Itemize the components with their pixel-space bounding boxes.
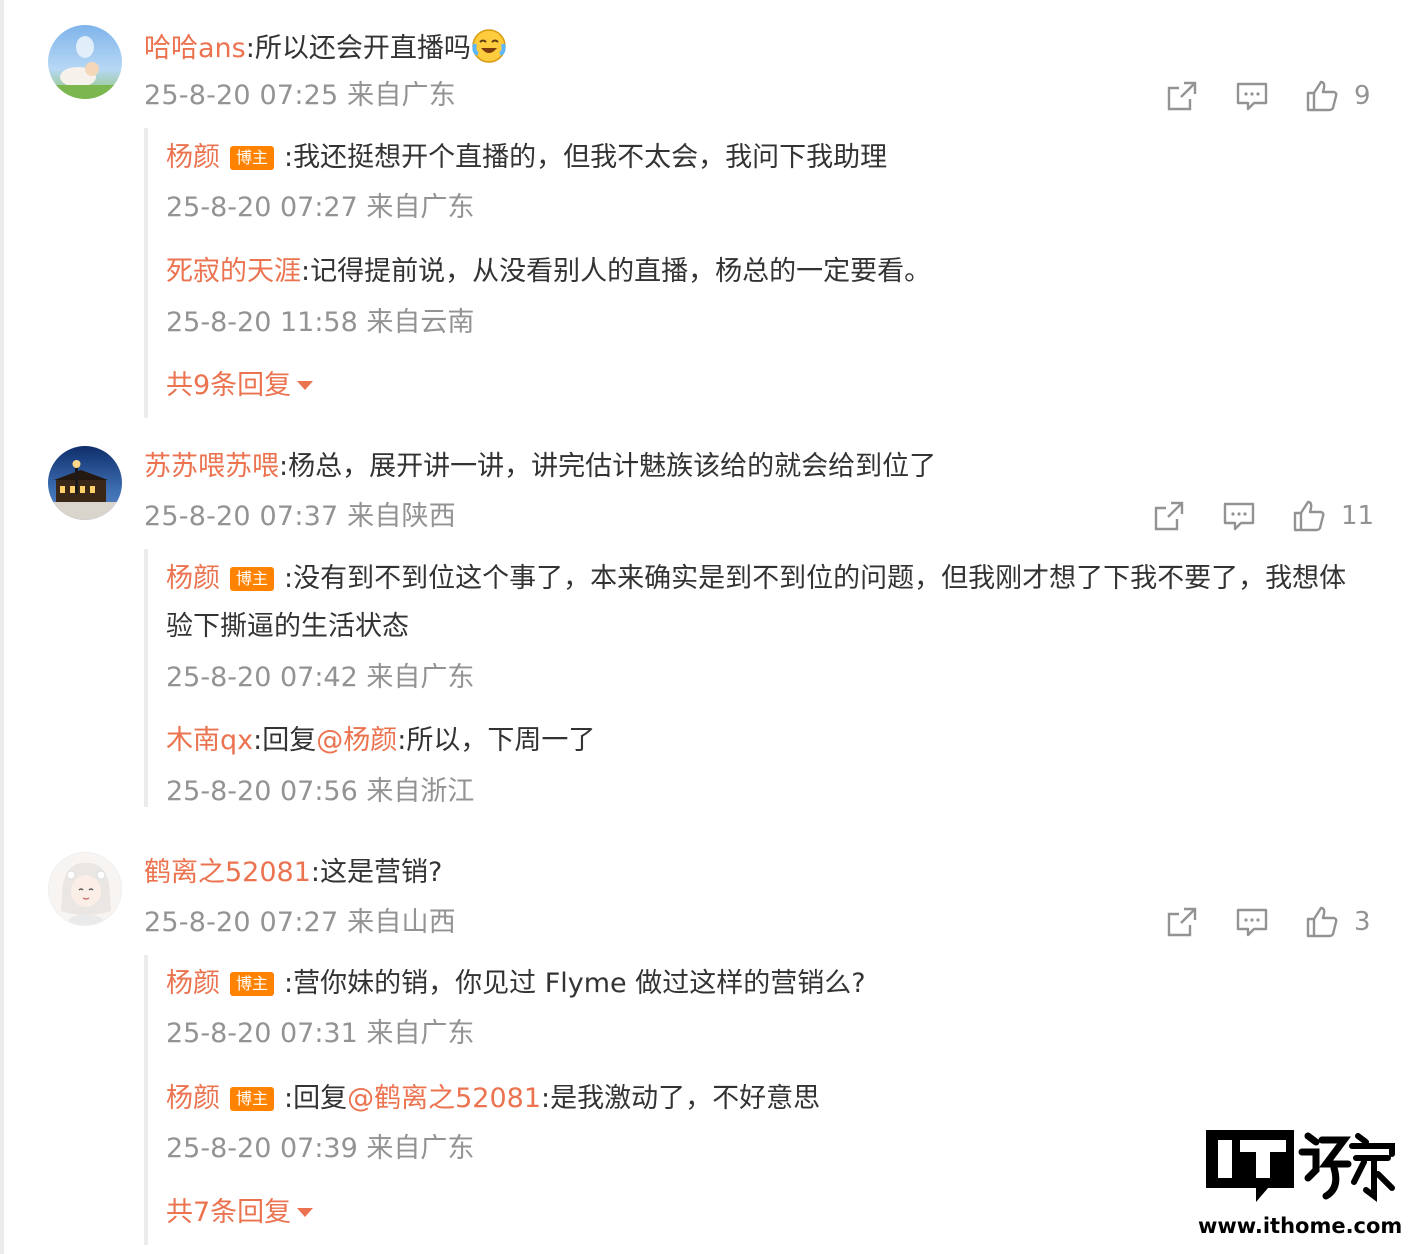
comment-actions: 3 (1164, 904, 1384, 940)
reply-prefix: :回复 (284, 1083, 348, 1114)
ithome-logo (1206, 1130, 1395, 1202)
reply-username[interactable]: 杨颜 (166, 968, 220, 999)
caret-down-icon (297, 1208, 314, 1217)
caret-down-icon (297, 381, 314, 390)
comment-actions: 9 (1164, 78, 1384, 114)
blogger-badge: 博主 (230, 972, 275, 996)
avatar[interactable] (48, 25, 122, 99)
ithome-watermark: www.ithome.com (1198, 1126, 1402, 1246)
comment-meta: 25-8-20 07:25 来自广东 (144, 80, 456, 111)
comment-meta: 25-8-20 07:27 来自山西 (144, 907, 456, 938)
like-count: 3 (1354, 907, 1371, 937)
reply-meta: 25-8-20 11:58 来自云南 (166, 307, 475, 338)
reply-text: :记得提前说，从没看别人的直播，杨总的一定要看。 (301, 256, 932, 287)
like-count: 9 (1354, 81, 1371, 111)
reply-username[interactable]: 死寂的天涯 (166, 256, 301, 287)
reply-list: 杨颜 博主:没有到不到位这个事了，本来确实是到不到位的问题，但我刚才想了下我不要了… (144, 549, 1346, 807)
reply-username[interactable]: 杨颜 (166, 563, 220, 594)
reply-list: 杨颜 博主:营你妹的销，你见过 Flyme 做过这样的营销么? 25-8-20 0… (144, 955, 866, 1245)
reply-button[interactable] (1234, 78, 1270, 114)
comment-icon (1236, 908, 1268, 937)
reply-text: :我还挺想开个直播的，但我不太会，我问下我助理 (284, 142, 888, 173)
reply-text-line: 死寂的天涯:记得提前说，从没看别人的直播，杨总的一定要看。 (166, 254, 931, 290)
reply-text: :所以，下周一了 (397, 725, 596, 756)
reply-text-line: 杨颜 博主:没有到不到位这个事了，本来确实是到不到位的问题，但我刚才想了下我不要了… (166, 555, 1366, 651)
comment-text: :杨总，展开讲一讲，讲完估计魅族该给的就会给到位了 (279, 451, 937, 482)
reply-button[interactable] (1221, 498, 1257, 534)
comment-username[interactable]: 哈哈ans (144, 33, 246, 64)
comment-icon (1223, 502, 1255, 531)
reply-mention[interactable]: @鹤离之52081 (347, 1083, 541, 1114)
like-count: 11 (1341, 501, 1375, 531)
thumbs-up-icon (1306, 906, 1338, 938)
reply-text: :没有到不到位这个事了，本来确实是到不到位的问题，但我刚才想了下我不要了，我想体… (166, 563, 1347, 642)
reply-text-line: 杨颜 博主 :我还挺想开个直播的，但我不太会，我问下我助理 (166, 140, 887, 176)
reply-username[interactable]: 杨颜 (166, 142, 220, 173)
comment-text-line: 鹤离之52081:这是营销? (144, 855, 442, 891)
avatar[interactable] (48, 852, 122, 926)
comment-actions: 11 (1151, 498, 1374, 534)
more-replies-link[interactable]: 共7条回复 (166, 1195, 314, 1231)
reply-mention[interactable]: @杨颜 (316, 725, 397, 756)
more-replies-label: 共9条回复 (166, 370, 292, 401)
thumbs-up-icon (1306, 80, 1338, 112)
reply-meta: 25-8-20 07:42 来自广东 (166, 662, 475, 693)
share-icon (1167, 81, 1197, 111)
blogger-badge: 博主 (230, 567, 275, 591)
comment-text-line: 哈哈ans:所以还会开直播吗 (144, 28, 507, 67)
share-button[interactable] (1151, 498, 1187, 534)
reply-text-line: 木南qx:回复@杨颜:所以，下周一了 (166, 723, 595, 759)
comment-username[interactable]: 苏苏喂苏喂 (144, 451, 279, 482)
share-icon (1154, 501, 1184, 531)
reply-username[interactable]: 木南qx (166, 725, 253, 756)
comment-text: :所以还会开直播吗 (245, 33, 471, 64)
more-replies-label: 共7条回复 (166, 1197, 292, 1228)
reply-meta: 25-8-20 07:27 来自广东 (166, 192, 475, 223)
crying-laughing-emoji-icon (471, 28, 507, 64)
blogger-badge: 博主 (230, 146, 275, 170)
reply-username[interactable]: 杨颜 (166, 1083, 220, 1114)
reply-list: 杨颜 博主 :我还挺想开个直播的，但我不太会，我问下我助理 25-8-20 07:2… (144, 128, 931, 418)
blogger-badge: 博主 (230, 1087, 275, 1111)
reply-meta: 25-8-20 07:56 来自浙江 (166, 776, 475, 807)
comment-icon (1236, 82, 1268, 111)
reply-text-line: 杨颜 博主 :回复@鹤离之52081:是我激动了，不好意思 (166, 1081, 820, 1117)
reply-button[interactable] (1234, 904, 1270, 940)
reply-text: :营你妹的销，你见过 Flyme 做过这样的营销么? (284, 968, 866, 999)
reply-text-line: 杨颜 博主 :营你妹的销，你见过 Flyme 做过这样的营销么? (166, 966, 866, 1002)
more-replies-link[interactable]: 共9条回复 (166, 368, 314, 404)
comment-username[interactable]: 鹤离之52081 (144, 857, 311, 888)
comment-meta: 25-8-20 07:37 来自陕西 (144, 501, 456, 532)
share-button[interactable] (1164, 78, 1200, 114)
thumbs-up-icon (1293, 500, 1325, 532)
share-icon (1167, 907, 1197, 937)
like-button[interactable]: 9 (1304, 78, 1371, 114)
reply-prefix: :回复 (253, 725, 317, 756)
page-left-edge (0, 0, 4, 1254)
share-button[interactable] (1164, 904, 1200, 940)
reply-text: :是我激动了，不好意思 (541, 1083, 821, 1114)
comment-text: :这是营销? (310, 857, 443, 888)
reply-meta: 25-8-20 07:31 来自广东 (166, 1018, 475, 1049)
reply-meta: 25-8-20 07:39 来自广东 (166, 1133, 475, 1164)
avatar[interactable] (48, 446, 122, 520)
like-button[interactable]: 11 (1291, 498, 1374, 534)
like-button[interactable]: 3 (1304, 904, 1371, 940)
comment-text-line: 苏苏喂苏喂:杨总，展开讲一讲，讲完估计魅族该给的就会给到位了 (144, 449, 936, 485)
watermark-url: www.ithome.com (1198, 1214, 1403, 1238)
